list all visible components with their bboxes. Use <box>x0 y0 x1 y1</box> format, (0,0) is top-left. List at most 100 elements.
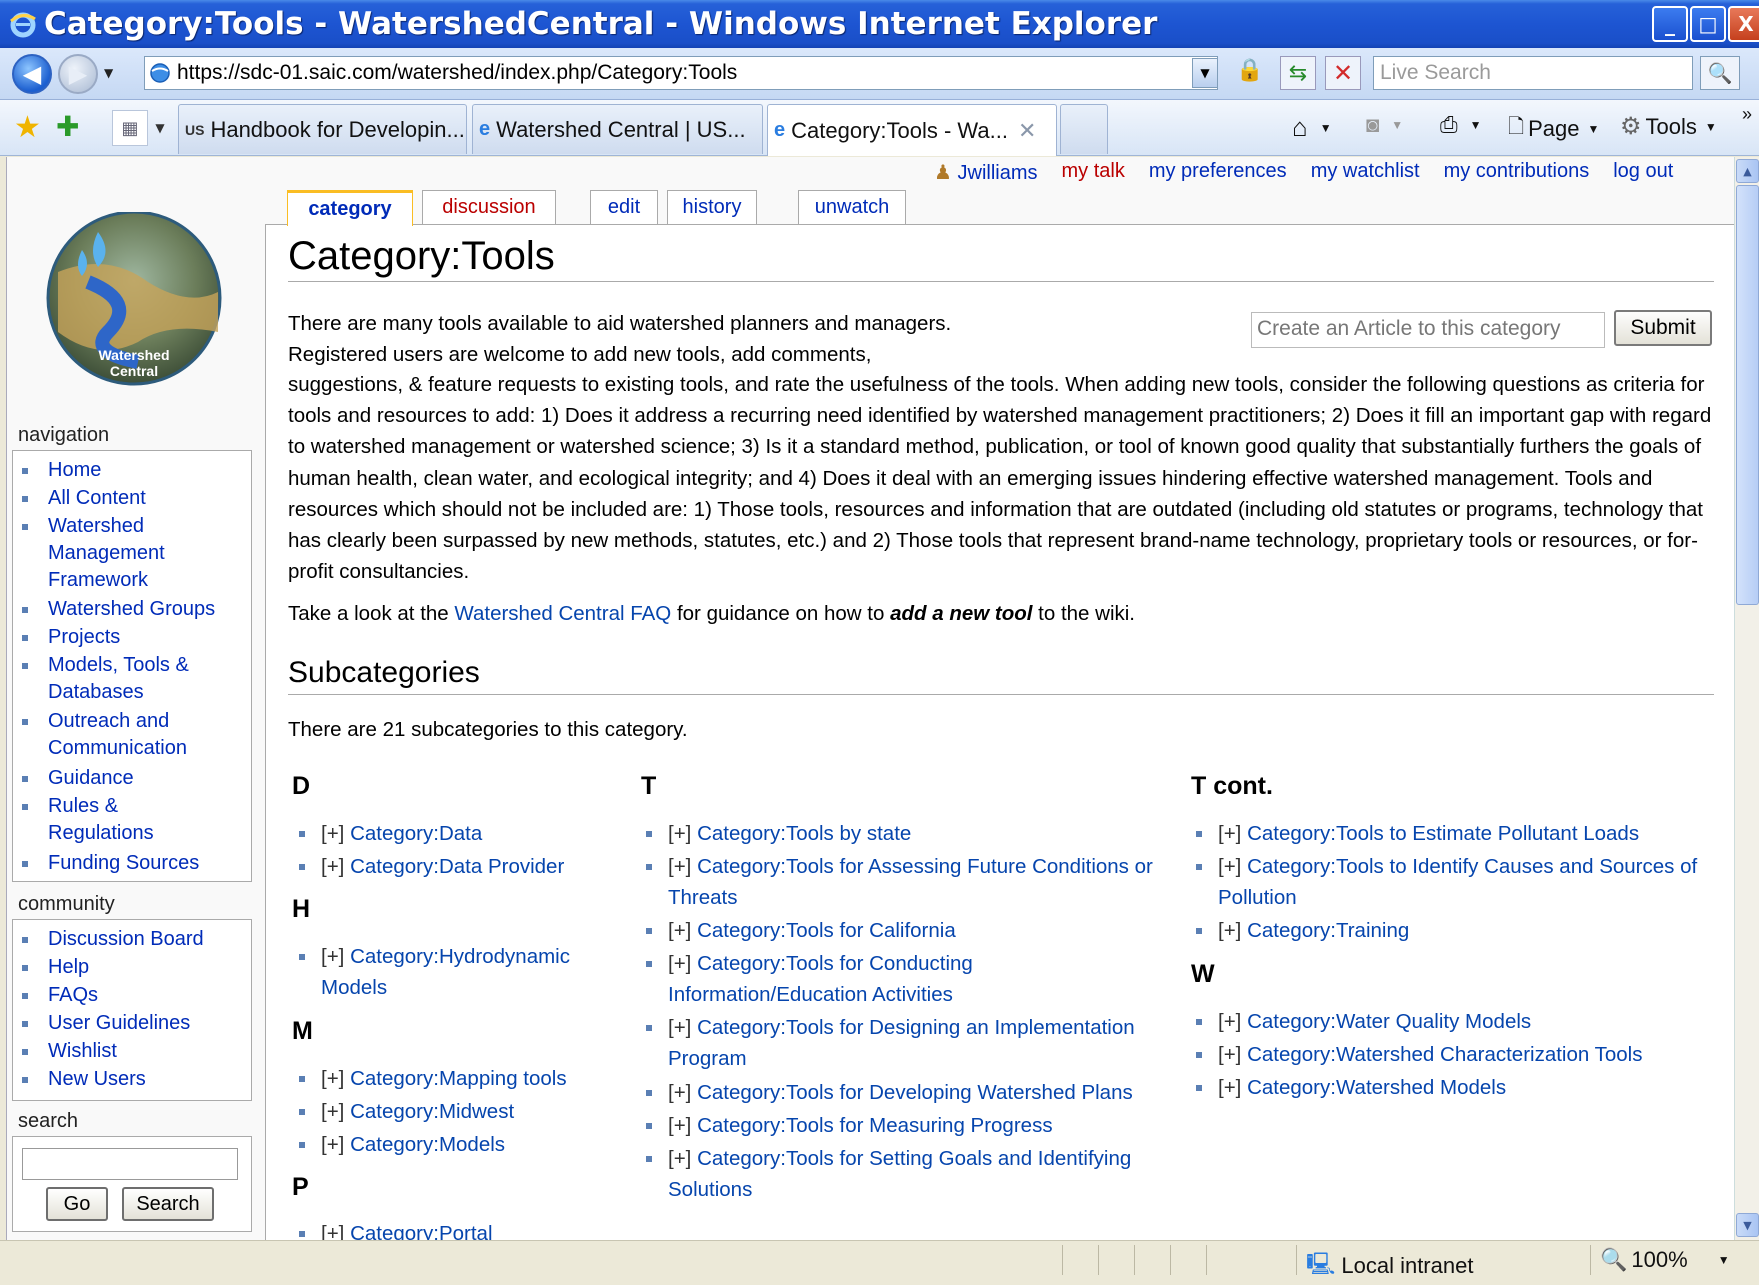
home-button[interactable]: ⌂ ▼ <box>1292 112 1332 143</box>
expand-toggle[interactable]: [+] <box>668 1147 691 1170</box>
list-item[interactable]: [+] Category:Tools for California <box>638 915 1198 946</box>
list-item[interactable]: [+] Category:Data <box>291 818 591 849</box>
category-link[interactable]: Category:Data <box>350 822 482 845</box>
expand-toggle[interactable]: [+] <box>1218 855 1241 878</box>
sidebar-item-watershed-management-framework[interactable]: Watershed Management Framework <box>48 513 228 594</box>
category-link[interactable]: Category:Hydrodynamic Models <box>321 945 570 999</box>
list-item[interactable]: [+] Category:Tools for Designing an Impl… <box>638 1012 1168 1074</box>
live-search-input[interactable]: Live Search <box>1373 56 1693 90</box>
log-out-link[interactable]: log out <box>1613 160 1673 185</box>
category-link[interactable]: Category:Portal <box>350 1222 492 1240</box>
tab-category[interactable]: category <box>287 190 413 226</box>
list-item[interactable]: [+] Category:Tools for Developing Waters… <box>638 1077 1198 1108</box>
list-item[interactable]: [+] Category:Portal <box>291 1218 611 1240</box>
create-article-input[interactable]: Create an Article to this category <box>1251 312 1605 348</box>
sidebar-item-rules-regulations[interactable]: Rules & Regulations <box>48 793 188 847</box>
tab-history[interactable]: history <box>667 190 757 224</box>
sidebar-item-projects[interactable]: Projects <box>48 624 120 651</box>
browser-tab-watershed-central[interactable]: e Watershed Central | US... <box>472 104 763 154</box>
watershed-central-logo[interactable]: Watershed Central <box>28 212 240 392</box>
tab-close-icon[interactable]: ✕ <box>1018 118 1036 144</box>
my-watchlist-link[interactable]: my watchlist <box>1311 160 1420 185</box>
list-item[interactable]: [+] Category:Data Provider <box>291 851 591 882</box>
sidebar-item-watershed-groups[interactable]: Watershed Groups <box>48 596 215 623</box>
browser-tab-handbook[interactable]: US Handbook for Developin... <box>178 104 467 154</box>
sidebar-item-guidance[interactable]: Guidance <box>48 765 134 792</box>
expand-toggle[interactable]: [+] <box>1218 822 1241 845</box>
more-commands-chevron[interactable]: » <box>1742 104 1752 125</box>
expand-toggle[interactable]: [+] <box>1218 1010 1241 1033</box>
expand-toggle[interactable]: [+] <box>1218 919 1241 942</box>
page-menu[interactable]: 🗋 Page ▼ <box>1508 112 1599 146</box>
category-link[interactable]: Category:Watershed Characterization Tool… <box>1247 1043 1642 1066</box>
list-item[interactable]: [+] Category:Tools for Assessing Future … <box>638 851 1198 913</box>
list-item[interactable]: [+] Category:Hydrodynamic Models <box>291 941 621 1003</box>
expand-toggle[interactable]: [+] <box>668 919 691 942</box>
list-item[interactable]: [+] Category:Midwest <box>291 1096 611 1127</box>
category-link[interactable]: Category:Tools to Estimate Pollutant Loa… <box>1247 822 1639 845</box>
sidebar-item-models-tools-databases[interactable]: Models, Tools & Databases <box>48 652 228 706</box>
expand-toggle[interactable]: [+] <box>321 822 344 845</box>
my-contributions-link[interactable]: my contributions <box>1444 160 1590 185</box>
expand-toggle[interactable]: [+] <box>668 1081 691 1104</box>
category-link[interactable]: Category:Training <box>1247 919 1409 942</box>
category-link[interactable]: Category:Watershed Models <box>1247 1076 1506 1099</box>
scroll-thumb[interactable] <box>1736 185 1759 605</box>
list-item[interactable]: [+] Category:Training <box>1188 915 1718 946</box>
category-link[interactable]: Category:Data Provider <box>350 855 564 878</box>
forward-button[interactable]: ▶ <box>58 54 98 94</box>
list-item[interactable]: [+] Category:Watershed Characterization … <box>1188 1039 1718 1070</box>
sidebar-item-wishlist[interactable]: Wishlist <box>48 1038 117 1065</box>
watershed-central-faq-link[interactable]: Watershed Central FAQ <box>454 602 671 625</box>
lock-icon[interactable]: 🔒 <box>1236 58 1263 83</box>
go-button[interactable]: Go <box>46 1187 108 1221</box>
category-link[interactable]: Category:Tools to Identify Causes and So… <box>1218 855 1697 909</box>
browser-tab-category-tools[interactable]: e Category:Tools - Wa... ✕ <box>767 104 1057 156</box>
expand-toggle[interactable]: [+] <box>668 822 691 845</box>
sidebar-item-help[interactable]: Help <box>48 954 89 981</box>
zoom-control[interactable]: 🔍 100% ▼ <box>1600 1247 1730 1273</box>
sidebar-item-new-users[interactable]: New Users <box>48 1066 146 1093</box>
history-dropdown[interactable]: ▼ <box>104 66 113 80</box>
category-link[interactable]: Category:Tools for Designing an Implemen… <box>668 1016 1135 1070</box>
search-button[interactable]: Search <box>122 1187 214 1221</box>
list-item[interactable]: [+] Category:Tools by state <box>638 818 1198 849</box>
category-link[interactable]: Category:Tools by state <box>697 822 911 845</box>
list-item[interactable]: [+] Category:Tools for Measuring Progres… <box>638 1110 1198 1141</box>
favorites-star-icon[interactable]: ★ <box>14 110 41 145</box>
expand-toggle[interactable]: [+] <box>321 1222 344 1240</box>
tab-unwatch[interactable]: unwatch <box>798 190 906 224</box>
list-item[interactable]: [+] Category:Tools to Estimate Pollutant… <box>1188 818 1718 849</box>
scroll-down-button[interactable]: ▼ <box>1736 1213 1759 1237</box>
submit-button[interactable]: Submit <box>1614 310 1712 346</box>
expand-toggle[interactable]: [+] <box>668 1016 691 1039</box>
sidebar-item-faqs[interactable]: FAQs <box>48 982 98 1009</box>
expand-toggle[interactable]: [+] <box>1218 1043 1241 1066</box>
sidebar-item-user-guidelines[interactable]: User Guidelines <box>48 1010 190 1037</box>
stop-button[interactable]: ✕ <box>1325 56 1361 90</box>
close-window-button[interactable]: X <box>1728 6 1759 42</box>
tab-list-dropdown[interactable]: ▼ <box>150 110 170 146</box>
category-link[interactable]: Category:Models <box>350 1133 505 1156</box>
tools-menu[interactable]: ⚙ Tools ▼ <box>1620 112 1717 141</box>
feeds-button[interactable]: ◙ ▼ <box>1366 112 1403 138</box>
category-link[interactable]: Category:Tools for California <box>697 919 956 942</box>
my-talk-link[interactable]: my talk <box>1062 160 1125 185</box>
security-zone[interactable]: 🖳 Local intranet <box>1306 1247 1473 1285</box>
user-link[interactable]: ♟ Jwilliams <box>934 160 1038 185</box>
expand-toggle[interactable]: [+] <box>321 1133 344 1156</box>
tab-edit[interactable]: edit <box>590 190 658 224</box>
sidebar-item-home[interactable]: Home <box>48 457 101 484</box>
back-button[interactable]: ◀ <box>12 54 52 94</box>
list-item[interactable]: [+] Category:Watershed Models <box>1188 1072 1718 1103</box>
expand-toggle[interactable]: [+] <box>1218 1076 1241 1099</box>
list-item[interactable]: [+] Category:Models <box>291 1129 611 1160</box>
category-link[interactable]: Category:Tools for Assessing Future Cond… <box>668 855 1153 909</box>
sidebar-item-discussion-board[interactable]: Discussion Board <box>48 926 204 953</box>
expand-toggle[interactable]: [+] <box>321 855 344 878</box>
expand-toggle[interactable]: [+] <box>668 1114 691 1137</box>
print-button[interactable]: ⎙ ▼ <box>1440 112 1482 138</box>
list-item[interactable]: [+] Category:Tools for Conducting Inform… <box>638 948 1078 1010</box>
vertical-scrollbar[interactable]: ▲ ▼ <box>1734 157 1759 1240</box>
address-dropdown[interactable]: ▼ <box>1192 58 1218 88</box>
